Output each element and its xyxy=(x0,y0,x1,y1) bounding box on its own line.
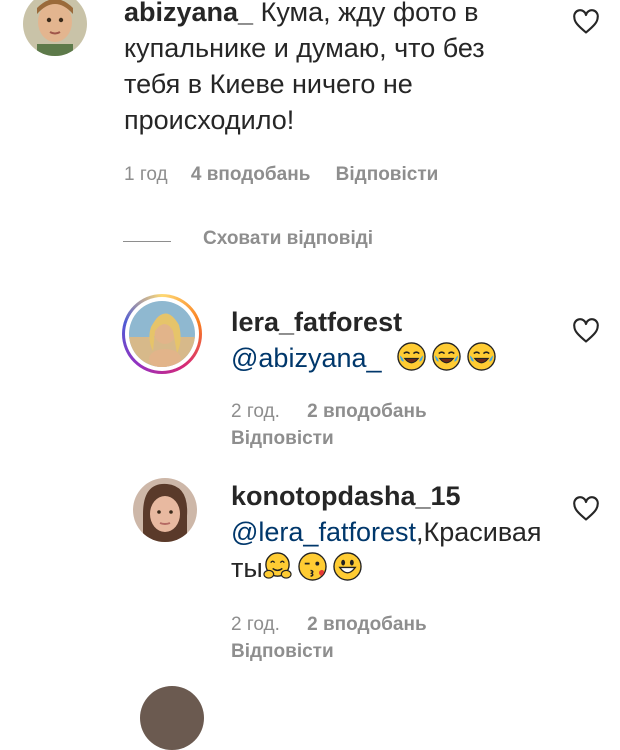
hide-replies-button[interactable]: Сховати відповіді xyxy=(203,228,373,250)
comment-meta: 1 год 4 вподобань Відповісти xyxy=(124,164,438,186)
joy-emoji xyxy=(467,342,496,371)
kissing-wink-emoji xyxy=(298,552,327,581)
avatar xyxy=(129,301,195,367)
avatar[interactable] xyxy=(23,0,87,56)
username[interactable]: abizyana_ xyxy=(124,0,253,27)
story-ring[interactable] xyxy=(122,294,202,374)
username[interactable]: konotopdasha_15 xyxy=(231,478,551,514)
joy-emoji xyxy=(432,342,461,371)
mention-link[interactable]: @abizyana_ xyxy=(231,343,382,373)
reply-row: Відповісти xyxy=(231,641,334,663)
reply-button[interactable]: Відповісти xyxy=(231,641,334,662)
comment-text: konotopdasha_15 @lera_fatforest,Красивая… xyxy=(231,478,551,586)
comment-meta: 2 год. 2 вподобань xyxy=(231,614,427,636)
heart-icon[interactable] xyxy=(572,496,600,522)
joy-emoji xyxy=(397,342,426,371)
reply-button[interactable]: Відповісти xyxy=(336,164,439,185)
reply-button[interactable]: Відповісти xyxy=(231,428,334,449)
username[interactable]: lera_fatforest xyxy=(231,304,561,340)
heart-icon[interactable] xyxy=(572,9,600,35)
reply-konotopdasha: konotopdasha_15 @lera_fatforest,Красивая… xyxy=(0,470,620,670)
likes-count[interactable]: 4 вподобань xyxy=(191,164,310,185)
avatar[interactable] xyxy=(133,478,197,542)
comment-time[interactable]: 1 год xyxy=(124,164,168,185)
heart-icon[interactable] xyxy=(572,318,600,344)
comment-meta: 2 год. 2 вподобань xyxy=(231,401,427,423)
avatar[interactable] xyxy=(140,686,204,750)
comment-time[interactable]: 2 год. xyxy=(231,614,280,635)
comment-text: abizyana_ Кума, жду фото в купальнике и … xyxy=(124,0,544,138)
emoji-group xyxy=(397,342,502,373)
grinning-emoji xyxy=(333,552,362,581)
likes-count[interactable]: 2 вподобань xyxy=(307,401,426,422)
comment-abizyana: abizyana_ Кума, жду фото в купальнике и … xyxy=(0,0,620,200)
divider-line xyxy=(123,241,171,242)
reply-lera-fatforest: lera_fatforest @abizyana_ 2 год. 2 вподо… xyxy=(0,290,620,460)
likes-count[interactable]: 2 вподобань xyxy=(307,614,426,635)
comment-time[interactable]: 2 год. xyxy=(231,401,280,422)
emoji-group xyxy=(263,552,368,583)
reply-row: Відповісти xyxy=(231,428,334,450)
mention-link[interactable]: @lera_fatforest xyxy=(231,517,416,547)
hugging-emoji xyxy=(263,552,292,579)
comment-text: lera_fatforest @abizyana_ xyxy=(231,304,561,376)
